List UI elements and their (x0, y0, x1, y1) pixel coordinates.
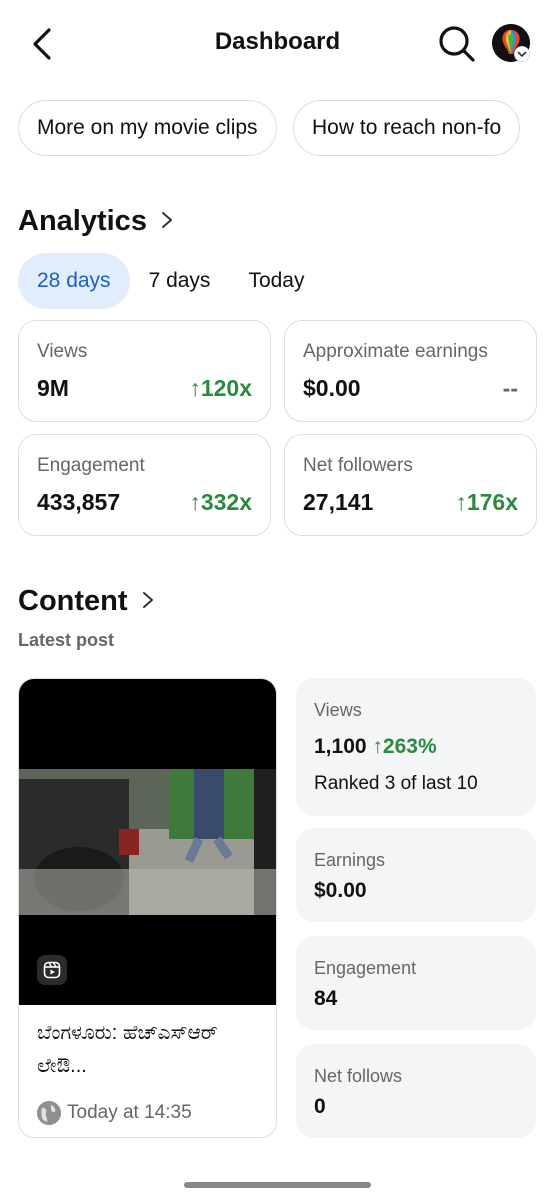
chip-movie-clips[interactable]: More on my movie clips (18, 100, 277, 156)
views-value: 9M (37, 375, 69, 401)
analytics-title: Analytics (18, 205, 147, 237)
engagement-change: ↑332x (189, 489, 252, 515)
net-followers-change: ↑176x (455, 489, 518, 515)
post-earnings-label: Earnings (314, 850, 386, 870)
post-earnings-value: $0.00 (314, 879, 367, 902)
post-follows-value: 0 (314, 1095, 326, 1118)
tab-today[interactable]: Today (229, 253, 323, 309)
search-icon (439, 26, 475, 62)
chevron-right-icon (161, 209, 173, 235)
post-thumbnail (19, 679, 276, 1005)
account-switch-badge[interactable] (514, 46, 530, 62)
date-range-tabs: 28 days 7 days Today (18, 253, 323, 309)
net-followers-card[interactable]: Net followers 27,141 ↑176x (284, 434, 537, 536)
net-followers-value: 27,141 (303, 489, 374, 515)
chevron-down-icon (517, 51, 527, 58)
earnings-label: Approximate earnings (303, 341, 488, 362)
chevron-left-icon (33, 28, 51, 60)
suggestion-chips: More on my movie clips How to reach non-… (18, 100, 555, 158)
net-followers-label: Net followers (303, 455, 413, 476)
post-views-box[interactable]: Views 1,100 ↑263% Ranked 3 of last 10 (296, 678, 536, 816)
content-title: Content (18, 585, 128, 617)
post-earnings-box[interactable]: Earnings $0.00 (296, 828, 536, 922)
tab-7-days[interactable]: 7 days (130, 253, 230, 309)
post-time-text: Today at 14:35 (67, 1102, 192, 1123)
post-views-change: ↑263% (372, 735, 437, 758)
post-timestamp: Today at 14:35 (37, 1101, 192, 1125)
views-label: Views (37, 341, 88, 362)
engagement-card[interactable]: Engagement 433,857 ↑332x (18, 434, 271, 536)
engagement-label: Engagement (37, 455, 145, 476)
views-card[interactable]: Views 9M ↑120x (18, 320, 271, 422)
post-caption: ಬೆಂಗಳೂರು: ಹೆಚ್‌ಎಸ್‌ಆರ್ ಲೇಔ... (37, 1022, 218, 1077)
back-button[interactable] (26, 24, 58, 64)
analytics-header[interactable]: Analytics (18, 205, 173, 238)
post-engagement-value: 84 (314, 987, 338, 1010)
post-views-value-row: 1,100 ↑263% (314, 735, 437, 759)
latest-post-label: Latest post (18, 630, 115, 650)
post-engagement-label: Engagement (314, 958, 417, 978)
content-header[interactable]: Content (18, 585, 154, 618)
reels-icon (37, 955, 67, 985)
earnings-card[interactable]: Approximate earnings $0.00 -- (284, 320, 537, 422)
post-follows-box[interactable]: Net follows 0 (296, 1044, 536, 1138)
search-button[interactable] (437, 24, 477, 64)
post-engagement-box[interactable]: Engagement 84 (296, 936, 536, 1030)
video-frame (19, 769, 276, 915)
post-views-value: 1,100 (314, 735, 367, 758)
scrolled-content-remnant (18, 70, 238, 80)
post-rank: Ranked 3 of last 10 (314, 773, 478, 794)
engagement-value: 433,857 (37, 489, 121, 515)
post-follows-label: Net follows (314, 1066, 403, 1086)
home-indicator[interactable] (184, 1182, 371, 1188)
latest-post-card[interactable]: ಬೆಂಗಳೂರು: ಹೆಚ್‌ಎಸ್‌ಆರ್ ಲೇಔ... Today at 1… (18, 678, 277, 1138)
globe-icon (37, 1101, 61, 1125)
chip-reach-non-followers[interactable]: How to reach non-fo (293, 100, 521, 156)
chevron-right-icon (142, 589, 154, 615)
earnings-value: $0.00 (303, 375, 361, 401)
tab-28-days[interactable]: 28 days (18, 253, 130, 309)
earnings-change: -- (502, 375, 518, 401)
views-change: ↑120x (189, 375, 252, 401)
post-views-label: Views (314, 700, 362, 720)
